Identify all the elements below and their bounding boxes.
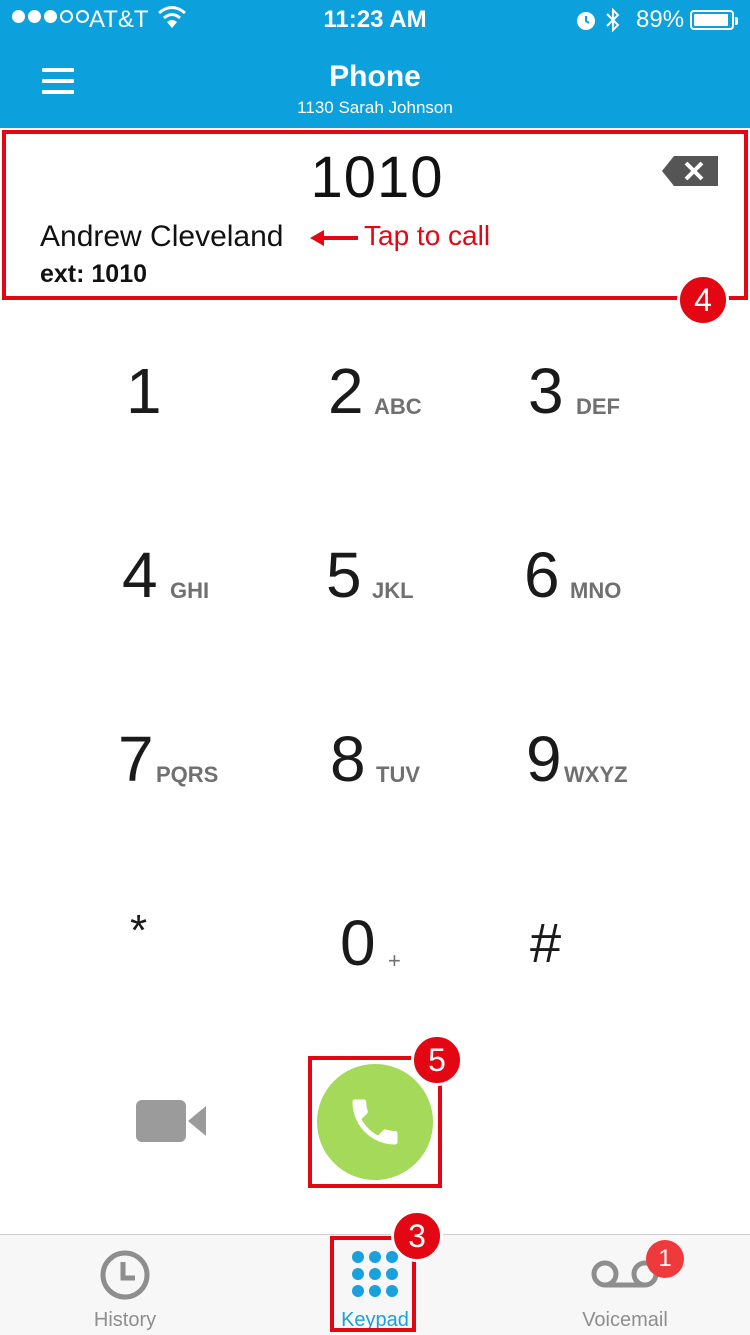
step-badge-4: 4 [677, 274, 729, 326]
key-digit: * [130, 906, 148, 955]
tab-history[interactable]: History [0, 1235, 250, 1335]
key-8[interactable]: 8 TUV [250, 708, 500, 828]
clock-icon [100, 1250, 150, 1300]
key-digit: 3 [528, 355, 564, 427]
key-digit: 8 [330, 723, 366, 795]
key-letters: TUV [376, 762, 420, 787]
key-digit: 9 [526, 723, 562, 795]
key-digit: 2 [328, 355, 364, 427]
step-badge-3: 3 [391, 1210, 443, 1262]
alarm-icon [577, 12, 595, 30]
key-6[interactable]: 6 MNO [500, 524, 750, 644]
key-letters: DEF [576, 394, 620, 419]
key-digit: 5 [326, 539, 362, 611]
key-7[interactable]: 7 PQRS [0, 708, 250, 828]
key-digit: 6 [524, 539, 560, 611]
key-3[interactable]: 3 DEF [500, 340, 750, 460]
key-digit: 0 [340, 907, 376, 979]
contact-name[interactable]: Andrew Cleveland [40, 220, 283, 254]
battery-percent: 89% [636, 6, 685, 33]
key-hash[interactable]: # [500, 892, 750, 1012]
key-letters: WXYZ [564, 762, 628, 787]
top-bar: AT&T 11:23 AM 89% Phone 1130 Sarah Johns… [0, 0, 750, 128]
call-button[interactable] [317, 1064, 433, 1180]
tab-label: Voicemail [582, 1309, 668, 1331]
key-digit: 1 [126, 355, 162, 427]
page-title: Phone [329, 60, 421, 93]
key-letters: JKL [372, 578, 414, 603]
key-0[interactable]: 0 + [250, 892, 500, 1012]
tab-label: History [93, 1309, 157, 1331]
voicemail-count-badge: 1 [646, 1240, 684, 1278]
key-digit: 4 [122, 539, 158, 611]
key-letters: MNO [570, 578, 622, 603]
battery-icon [690, 10, 738, 30]
tap-to-call-hint: Tap to call [364, 220, 491, 251]
key-letters: + [388, 948, 401, 973]
key-letters: PQRS [156, 762, 219, 787]
key-letters: ABC [374, 394, 422, 419]
contact-extension: ext: 1010 [40, 260, 148, 288]
dialed-number: 1010 [310, 145, 444, 210]
key-1[interactable]: 1 [0, 340, 250, 460]
status-bar: AT&T 11:23 AM 89% [0, 0, 750, 40]
key-letters: GHI [170, 578, 210, 603]
page-subtitle: 1130 Sarah Johnson [297, 98, 453, 117]
video-call-icon[interactable] [136, 1098, 206, 1144]
key-digit: # [530, 911, 562, 974]
key-4[interactable]: 4 GHI [0, 524, 250, 644]
key-9[interactable]: 9 WXYZ [500, 708, 750, 828]
phone-icon [352, 1099, 398, 1145]
bluetooth-icon [606, 7, 620, 33]
tab-voicemail[interactable]: Voicemail [500, 1235, 750, 1335]
key-2[interactable]: 2 ABC [250, 340, 500, 460]
key-digit: 7 [118, 723, 154, 795]
dialed-contact-area[interactable]: 1010 Andrew Cleveland ext: 1010 Tap to c… [2, 130, 748, 300]
step-badge-5: 5 [411, 1034, 463, 1086]
arrow-left-icon [310, 230, 358, 246]
backspace-icon[interactable] [662, 156, 718, 186]
key-star[interactable]: * [0, 892, 250, 1012]
key-5[interactable]: 5 JKL [250, 524, 500, 644]
